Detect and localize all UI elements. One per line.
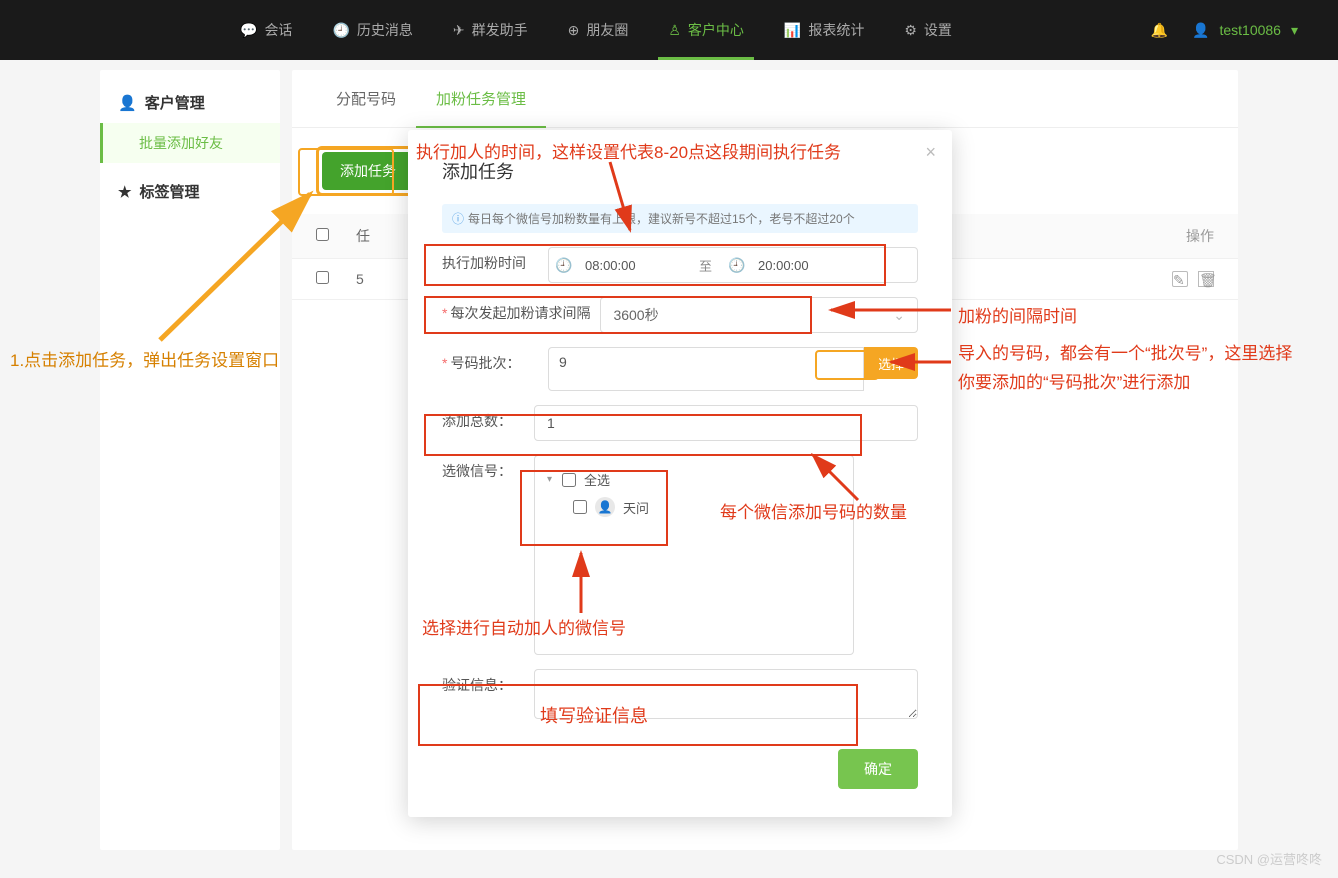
sidebar-tags[interactable]: ★标签管理 (100, 171, 280, 212)
row-checkbox[interactable] (316, 271, 329, 284)
sidebar-item-batchadd[interactable]: 批量添加好友 (100, 123, 280, 163)
tab-assign[interactable]: 分配号码 (316, 70, 416, 127)
top-nav: 💬会话 🕘历史消息 ✈群发助手 ⊕朋友圈 ♙客户中心 📊报表统计 ⚙设置 🔔 👤… (0, 0, 1338, 60)
nav-history[interactable]: 🕘历史消息 (312, 0, 432, 60)
row-time: 执行加粉时间 🕘 至 🕘 (442, 247, 918, 283)
avatar-icon: 👤 (595, 497, 615, 517)
delete-icon[interactable]: 🗑 (1198, 271, 1214, 287)
avatar-icon: 👤 (1192, 22, 1209, 39)
nav-reports[interactable]: 📊报表统计 (764, 0, 884, 60)
chevron-down-icon[interactable]: ▾ (547, 474, 552, 485)
row-interval: *每次发起加粉请求间隔 3600秒⌄ (442, 297, 918, 333)
clock-icon: 🕘 (332, 22, 349, 39)
label-time: 执行加粉时间 (442, 247, 538, 273)
bell-icon[interactable]: 🔔 (1151, 22, 1168, 39)
star-icon: ★ (118, 183, 131, 201)
user-icon: ♙ (668, 22, 681, 39)
chat-icon: 💬 (240, 22, 257, 39)
watermark: CSDN @运营咚咚 (1216, 849, 1322, 868)
tabs: 分配号码 加粉任务管理 (292, 70, 1238, 128)
nav-broadcast[interactable]: ✈群发助手 (433, 0, 548, 60)
row-total: 添加总数： (442, 405, 918, 441)
wechat-box: ▾ 全选 👤 天问 (534, 455, 854, 655)
chart-icon: 📊 (784, 22, 801, 39)
sidebar-customers[interactable]: 👤客户管理 (100, 82, 280, 123)
select-all-label: 全选 (584, 470, 610, 489)
row-verify: 验证信息： (442, 669, 918, 719)
ok-button[interactable]: 确定 (838, 749, 918, 789)
clock-icon: 🕘 (549, 257, 579, 274)
interval-select[interactable]: 3600秒⌄ (600, 297, 918, 333)
verify-input[interactable] (534, 669, 918, 719)
select-batch-button[interactable]: 选择 (864, 347, 918, 379)
total-input[interactable] (534, 405, 918, 441)
moments-icon: ⊕ (568, 22, 580, 39)
nav-customer[interactable]: ♙客户中心 (648, 0, 764, 60)
nav-settings[interactable]: ⚙设置 (884, 0, 972, 60)
modal-title: 添加任务 (442, 158, 918, 184)
wechat-checkbox[interactable] (573, 500, 587, 514)
select-all-checkbox[interactable] (316, 228, 329, 241)
user-menu[interactable]: 👤test10086▾ (1192, 22, 1298, 39)
tab-task[interactable]: 加粉任务管理 (416, 70, 546, 127)
batch-input[interactable]: 9 (548, 347, 864, 391)
chevron-down-icon: ▾ (1291, 22, 1298, 39)
clock-icon: 🕘 (722, 257, 752, 274)
label-verify: 验证信息： (442, 669, 524, 695)
edit-icon[interactable]: ✎ (1172, 271, 1188, 287)
add-task-button[interactable]: 添加任务 (322, 152, 414, 190)
info-banner: ⓘ每日每个微信号加粉数量有上限，建议新号不超过15个，老号不超过20个 (442, 204, 918, 233)
wechat-name: 天问 (623, 498, 649, 517)
nav-chat[interactable]: 💬会话 (220, 0, 312, 60)
time-to-label: 至 (689, 256, 722, 275)
nav-moments[interactable]: ⊕朋友圈 (548, 0, 649, 60)
time-to-input[interactable] (752, 258, 862, 273)
label-total: 添加总数： (442, 405, 524, 431)
send-icon: ✈ (453, 22, 465, 39)
time-from-input[interactable] (579, 258, 689, 273)
label-wechat: 选微信号： (442, 455, 524, 481)
row-wechat: 选微信号： ▾ 全选 👤 天问 (442, 455, 918, 655)
label-batch: *号码批次： (442, 347, 538, 373)
add-task-modal: × 添加任务 ⓘ每日每个微信号加粉数量有上限，建议新号不超过15个，老号不超过2… (408, 130, 952, 817)
close-icon[interactable]: × (925, 142, 936, 163)
chevron-down-icon: ⌄ (893, 307, 905, 324)
label-interval: *每次发起加粉请求间隔 (442, 297, 590, 323)
select-all-wechat-checkbox[interactable] (562, 473, 576, 487)
col-ops: 操作 (1186, 226, 1214, 246)
gear-icon: ⚙ (904, 22, 917, 39)
row-batch: *号码批次： 9 选择 (442, 347, 918, 391)
sidebar: 👤客户管理 批量添加好友 ★标签管理 (100, 70, 280, 850)
user-icon: 👤 (118, 94, 137, 112)
info-icon: ⓘ (452, 212, 464, 226)
